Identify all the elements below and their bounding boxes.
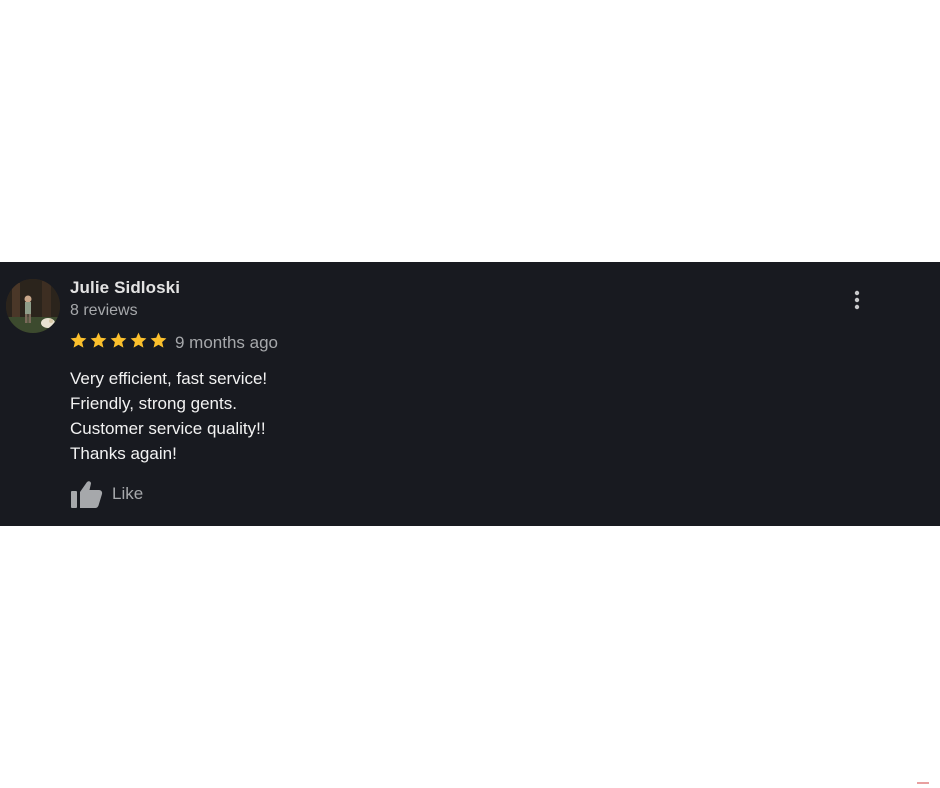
review-text: Very efficient, fast service! Friendly, … bbox=[70, 366, 267, 466]
more-vertical-icon bbox=[854, 290, 860, 310]
star-icon bbox=[70, 332, 87, 348]
star-icon bbox=[150, 332, 167, 348]
corner-mark bbox=[917, 782, 929, 784]
review-text-line: Customer service quality!! bbox=[70, 419, 266, 438]
star-rating bbox=[69, 331, 168, 353]
star-icon bbox=[90, 332, 107, 348]
page: Julie Sidloski 8 reviews 9 months ago Ve… bbox=[0, 0, 940, 788]
review-count[interactable]: 8 reviews bbox=[70, 302, 138, 320]
review-text-line: Friendly, strong gents. bbox=[70, 394, 237, 413]
review-time: 9 months ago bbox=[175, 333, 279, 352]
thumbs-up-icon bbox=[71, 481, 103, 508]
star-icon bbox=[130, 332, 147, 348]
more-options-button[interactable] bbox=[846, 288, 868, 312]
star-icon bbox=[110, 332, 127, 348]
review-text-line: Thanks again! bbox=[70, 444, 177, 463]
reviewer-name[interactable]: Julie Sidloski bbox=[70, 278, 180, 298]
like-button[interactable]: Like bbox=[70, 478, 143, 510]
review-text-line: Very efficient, fast service! bbox=[70, 369, 268, 388]
reviewer-avatar[interactable] bbox=[6, 279, 60, 333]
like-label: Like bbox=[112, 484, 144, 503]
